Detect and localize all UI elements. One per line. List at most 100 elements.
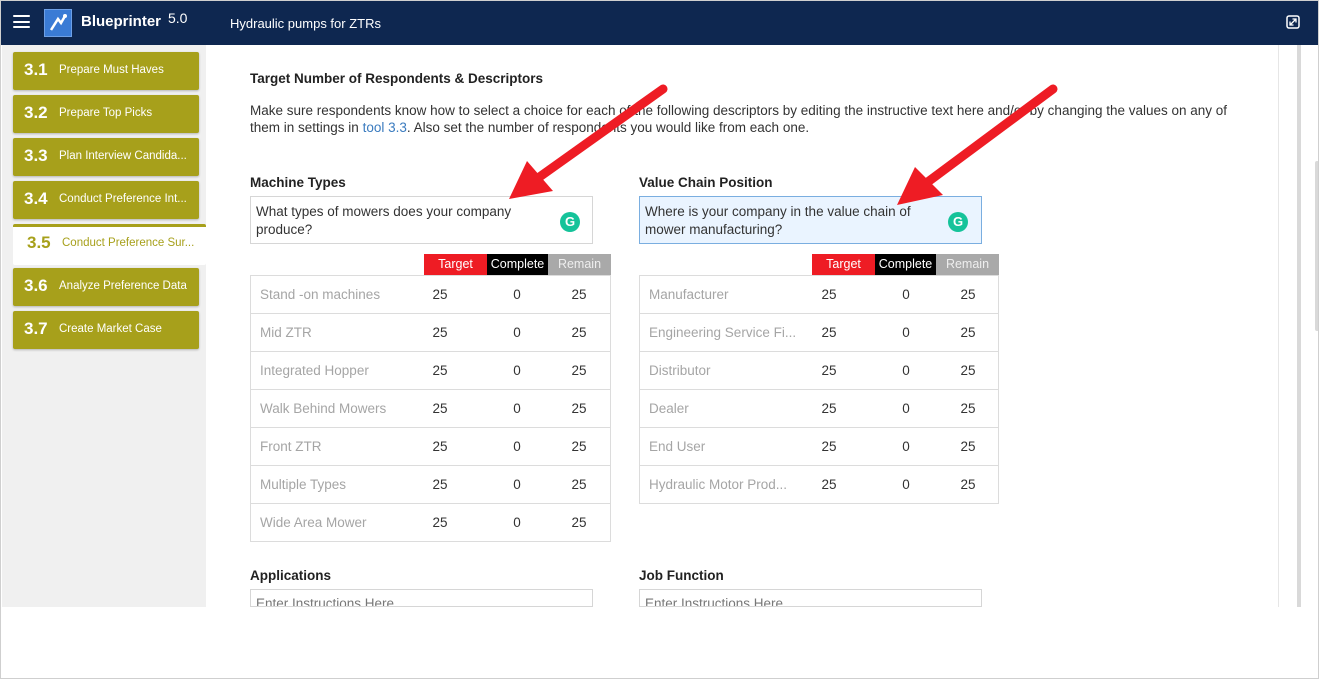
remain-column-header: Remain: [548, 254, 611, 275]
descriptor-name: Mid ZTR: [260, 325, 312, 340]
target-column-header: Target: [812, 254, 875, 275]
table-row[interactable]: Dealer 25 0 25: [640, 390, 998, 428]
sidebar-item-number: 3.7: [24, 319, 48, 338]
job-function-instruction-input[interactable]: Enter Instructions Here...: [639, 589, 982, 607]
sidebar-item-3-4[interactable]: 3.4 Conduct Preference Int...: [13, 181, 199, 219]
sidebar-item-number: 3.3: [24, 146, 48, 165]
complete-column-header: Complete: [487, 254, 548, 275]
table-row[interactable]: Wide Area Mower 25 0 25: [251, 504, 610, 542]
descriptor-name: Front ZTR: [260, 439, 322, 454]
applications-label: Applications: [250, 568, 332, 583]
expand-icon[interactable]: [1286, 15, 1300, 29]
remain-value: 25: [571, 401, 587, 416]
brand-version: 5.0: [168, 10, 188, 26]
machine-types-label: Machine Types: [250, 175, 346, 190]
complete-value: 0: [513, 515, 521, 530]
target-value[interactable]: 25: [420, 287, 460, 302]
target-value[interactable]: 25: [809, 401, 849, 416]
complete-value: 0: [513, 363, 521, 378]
target-value[interactable]: 25: [809, 287, 849, 302]
sidebar-item-label: Conduct Preference Int...: [59, 193, 187, 205]
descriptor-name: Integrated Hopper: [260, 363, 369, 378]
complete-value: 0: [513, 287, 521, 302]
target-column-header: Target: [424, 254, 487, 275]
target-value[interactable]: 25: [420, 325, 460, 340]
grammarly-icon[interactable]: G: [560, 212, 580, 232]
descriptor-name: End User: [649, 439, 706, 454]
table-row[interactable]: Integrated Hopper 25 0 25: [251, 352, 610, 390]
sidebar-item-label: Prepare Must Haves: [59, 64, 164, 76]
descriptor-name: Wide Area Mower: [260, 515, 367, 530]
sidebar-item-3-5[interactable]: 3.5 Conduct Preference Sur...: [13, 224, 206, 265]
table-row[interactable]: Multiple Types 25 0 25: [251, 466, 610, 504]
section-description: Make sure respondents know how to select…: [250, 102, 1260, 136]
table-row[interactable]: End User 25 0 25: [640, 428, 998, 466]
sidebar-item-number: 3.4: [24, 189, 48, 208]
descriptor-name: Stand -on machines: [260, 287, 381, 302]
table-row[interactable]: Manufacturer 25 0 25: [640, 276, 998, 314]
sidebar: 3.1 Prepare Must Haves 3.2 Prepare Top P…: [2, 45, 206, 607]
project-title: Hydraulic pumps for ZTRs: [230, 16, 381, 31]
table-row[interactable]: Stand -on machines 25 0 25: [251, 276, 610, 314]
sidebar-item-3-7[interactable]: 3.7 Create Market Case: [13, 311, 199, 349]
table-row[interactable]: Hydraulic Motor Prod... 25 0 25: [640, 466, 998, 504]
complete-column-header: Complete: [875, 254, 936, 275]
table-row[interactable]: Distributor 25 0 25: [640, 352, 998, 390]
description-text-end: . Also set the number of respondents you…: [406, 120, 810, 135]
complete-value: 0: [902, 401, 910, 416]
top-bar: Blueprinter 5.0 Hydraulic pumps for ZTRs: [1, 1, 1318, 45]
sidebar-item-label: Plan Interview Candida...: [59, 150, 187, 162]
app-window: Blueprinter 5.0 Hydraulic pumps for ZTRs…: [0, 0, 1319, 679]
descriptor-name: Dealer: [649, 401, 689, 416]
target-value[interactable]: 25: [809, 439, 849, 454]
complete-value: 0: [902, 439, 910, 454]
sidebar-item-label: Analyze Preference Data: [59, 280, 187, 292]
machine-types-table: Stand -on machines 25 0 25 Mid ZTR 25 0 …: [250, 275, 611, 542]
complete-value: 0: [513, 325, 521, 340]
grammarly-icon[interactable]: G: [948, 212, 968, 232]
value-chain-table: Manufacturer 25 0 25 Engineering Service…: [639, 275, 999, 504]
complete-value: 0: [902, 363, 910, 378]
machine-types-instruction-input[interactable]: [250, 196, 593, 244]
sidebar-item-3-3[interactable]: 3.3 Plan Interview Candida...: [13, 138, 199, 176]
complete-value: 0: [513, 477, 521, 492]
table-row[interactable]: Engineering Service Fi... 25 0 25: [640, 314, 998, 352]
sidebar-item-label: Conduct Preference Sur...: [62, 237, 195, 249]
sidebar-item-3-1[interactable]: 3.1 Prepare Must Haves: [13, 52, 199, 90]
table-row[interactable]: Mid ZTR 25 0 25: [251, 314, 610, 352]
target-value[interactable]: 25: [809, 477, 849, 492]
target-value[interactable]: 25: [420, 363, 460, 378]
sidebar-item-number: 3.6: [24, 276, 48, 295]
table-row[interactable]: Front ZTR 25 0 25: [251, 428, 610, 466]
sidebar-item-3-2[interactable]: 3.2 Prepare Top Picks: [13, 95, 199, 133]
remain-value: 25: [960, 477, 976, 492]
target-value[interactable]: 25: [809, 363, 849, 378]
target-value[interactable]: 25: [809, 325, 849, 340]
remain-value: 25: [571, 515, 587, 530]
target-value[interactable]: 25: [420, 515, 460, 530]
target-value[interactable]: 25: [420, 439, 460, 454]
complete-value: 0: [902, 287, 910, 302]
blueprinter-logo-icon: [44, 9, 72, 37]
outer-scrollbar-thumb[interactable]: [1315, 161, 1318, 331]
complete-value: 0: [513, 401, 521, 416]
sidebar-item-label: Create Market Case: [59, 323, 162, 335]
job-function-label: Job Function: [639, 568, 724, 583]
sidebar-item-3-6[interactable]: 3.6 Analyze Preference Data: [13, 268, 199, 306]
remain-value: 25: [960, 287, 976, 302]
brand-name: Blueprinter: [81, 13, 162, 30]
descriptor-name: Walk Behind Mowers: [260, 401, 387, 416]
applications-instruction-input[interactable]: Enter Instructions Here...: [250, 589, 593, 607]
hamburger-menu-icon[interactable]: [13, 15, 30, 28]
table-row[interactable]: Walk Behind Mowers 25 0 25: [251, 390, 610, 428]
target-value[interactable]: 25: [420, 477, 460, 492]
value-chain-instruction-input[interactable]: [639, 196, 982, 244]
tool-3-3-link[interactable]: tool 3.3: [363, 120, 407, 135]
inner-scrollbar[interactable]: [1297, 45, 1301, 607]
target-value[interactable]: 25: [420, 401, 460, 416]
descriptor-name: Hydraulic Motor Prod...: [649, 477, 788, 492]
remain-value: 25: [960, 401, 976, 416]
value-chain-position-label: Value Chain Position: [639, 175, 773, 190]
sidebar-item-number: 3.2: [24, 103, 48, 122]
blank-bottom-area: [2, 607, 1318, 678]
